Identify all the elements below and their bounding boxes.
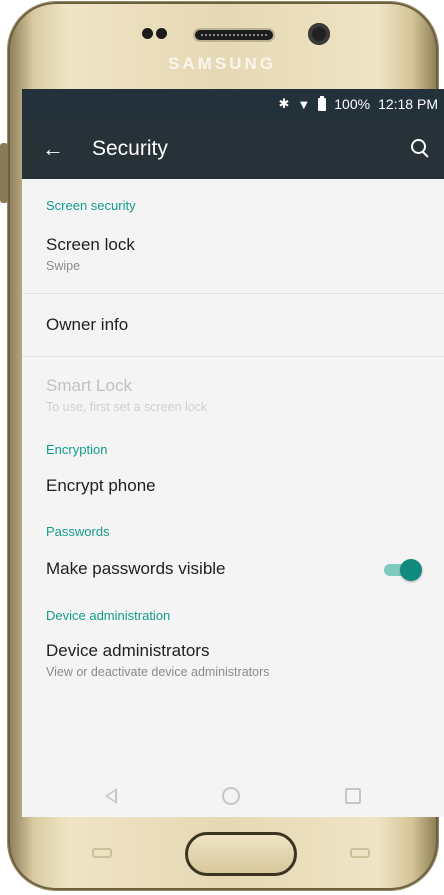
light-sensor [156, 28, 167, 39]
recent-apps-key[interactable] [92, 848, 112, 858]
toggle-switch[interactable] [384, 558, 422, 581]
toggle-knob [400, 559, 422, 581]
section-header-encryption: Encryption [46, 442, 108, 457]
wifi-icon: ▼ [297, 96, 311, 112]
volume-button [0, 143, 8, 203]
section-header-passwords: Passwords [46, 524, 110, 539]
setting-title: Device administrators [46, 641, 210, 660]
home-button[interactable] [185, 832, 297, 876]
setting-summary: View or deactivate device administrators [46, 665, 270, 679]
app-bar: ← Security [22, 119, 444, 179]
clock: 12:18 PM [378, 96, 438, 112]
setting-summary: Swipe [46, 259, 81, 273]
setting-owner-info[interactable]: Owner info [22, 294, 444, 356]
navigation-bar [22, 775, 444, 817]
section-header-screen-security: Screen security [46, 198, 136, 213]
front-camera [308, 23, 330, 45]
nav-home-icon[interactable] [221, 787, 240, 805]
proximity-sensor [142, 28, 153, 39]
setting-title: Screen lock [46, 235, 135, 254]
setting-summary: To use, first set a screen lock [46, 400, 208, 414]
setting-title: Make passwords visible [46, 559, 226, 578]
setting-title: Owner info [46, 315, 129, 334]
back-key[interactable] [350, 848, 370, 858]
screen: ✱ ▼ 100% 12:18 PM ← Security Screen secu… [22, 89, 444, 817]
setting-make-passwords-visible[interactable]: Make passwords visible [22, 541, 444, 597]
search-icon[interactable] [408, 136, 434, 162]
page-title: Security [92, 137, 168, 160]
nav-back-icon[interactable] [104, 788, 117, 804]
nav-recents-icon[interactable] [345, 788, 362, 804]
setting-smart-lock: Smart Lock To use, first set a screen lo… [22, 357, 444, 433]
arrow-back-icon[interactable]: ← [42, 136, 82, 162]
bluetooth-icon: ✱ [278, 96, 290, 111]
setting-screen-lock[interactable]: Screen lock Swipe [22, 215, 444, 293]
setting-encrypt-phone[interactable]: Encrypt phone [22, 459, 444, 513]
setting-device-administrators[interactable]: Device administrators View or deactivate… [22, 625, 444, 695]
battery-level: 100% [334, 96, 371, 112]
setting-title: Smart Lock [46, 376, 132, 395]
earpiece-speaker [193, 28, 275, 42]
battery-icon [318, 95, 327, 111]
setting-title: Encrypt phone [46, 476, 156, 495]
status-bar: ✱ ▼ 100% 12:18 PM [22, 89, 444, 119]
brand-logo: SAMSUNG [168, 54, 276, 73]
section-header-device-administration: Device administration [46, 608, 171, 623]
